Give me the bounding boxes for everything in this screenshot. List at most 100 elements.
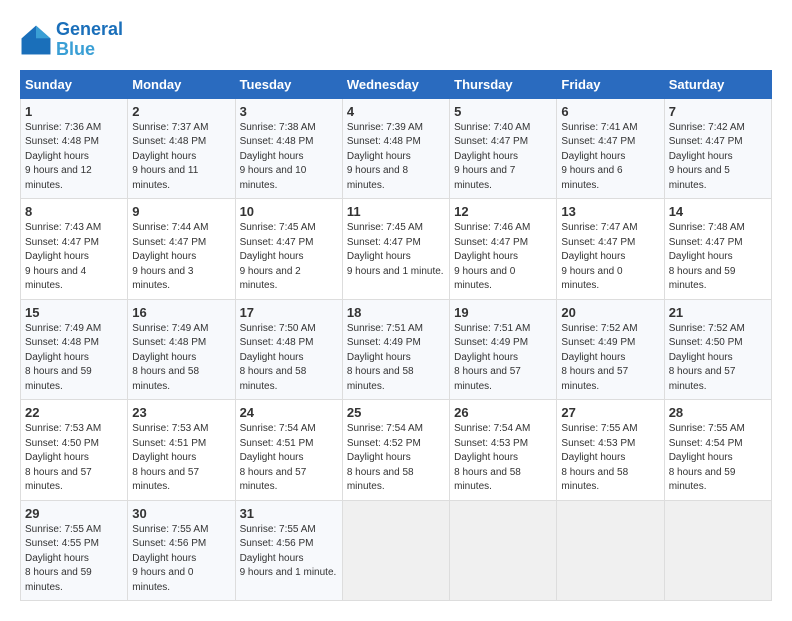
logo-text: General Blue (56, 20, 123, 60)
calendar-day-cell (557, 500, 664, 601)
day-number: 3 (240, 104, 338, 119)
calendar-day-cell: 7 Sunrise: 7:42 AMSunset: 4:47 PMDaylight… (664, 98, 771, 199)
day-number: 11 (347, 204, 445, 219)
day-number: 29 (25, 506, 123, 521)
calendar-day-cell: 8Sunrise: 7:43 AMSunset: 4:47 PMDaylight… (21, 199, 128, 300)
day-number: 15 (25, 305, 123, 320)
day-number: 27 (561, 405, 659, 420)
calendar-day-cell: 13 Sunrise: 7:47 AMSunset: 4:47 PMDayligh… (557, 199, 664, 300)
day-number: 1 (25, 104, 123, 119)
calendar-day-cell: 10Sunrise: 7:45 AMSunset: 4:47 PMDayligh… (235, 199, 342, 300)
day-info: Sunrise: 7:40 AMSunset: 4:47 PMDaylight … (454, 121, 552, 194)
day-info: Sunrise: 7:49 AMSunset: 4:48 PMDaylight … (132, 322, 230, 395)
day-number: 24 (240, 405, 338, 420)
weekday-header: Monday (128, 70, 235, 98)
calendar-day-cell: 24 Sunrise: 7:54 AMSunset: 4:51 PMDayligh… (235, 400, 342, 501)
day-info: Sunrise: 7:55 AMSunset: 4:56 PMDaylight … (240, 523, 338, 581)
day-info: Sunrise: 7:36 AMSunset: 4:48 PMDaylight … (25, 121, 123, 194)
day-number: 9 (132, 204, 230, 219)
calendar-day-cell: 17 Sunrise: 7:50 AMSunset: 4:48 PMDayligh… (235, 299, 342, 400)
day-number: 28 (669, 405, 767, 420)
day-number: 18 (347, 305, 445, 320)
calendar-day-cell: 12 Sunrise: 7:46 AMSunset: 4:47 PMDayligh… (450, 199, 557, 300)
day-info: Sunrise: 7:52 AMSunset: 4:49 PMDaylight … (561, 322, 659, 395)
day-info: Sunrise: 7:46 AMSunset: 4:47 PMDaylight … (454, 221, 552, 294)
calendar-day-cell: 18 Sunrise: 7:51 AMSunset: 4:49 PMDayligh… (342, 299, 449, 400)
calendar-day-cell (664, 500, 771, 601)
day-number: 19 (454, 305, 552, 320)
day-info: Sunrise: 7:53 AMSunset: 4:51 PMDaylight … (132, 422, 230, 495)
day-info: Sunrise: 7:55 AMSunset: 4:54 PMDaylight … (669, 422, 767, 495)
calendar-day-cell: 21 Sunrise: 7:52 AMSunset: 4:50 PMDayligh… (664, 299, 771, 400)
calendar-day-cell: 6Sunrise: 7:41 AMSunset: 4:47 PMDaylight… (557, 98, 664, 199)
day-info: Sunrise: 7:50 AMSunset: 4:48 PMDaylight … (240, 322, 338, 395)
calendar-day-cell: 23 Sunrise: 7:53 AMSunset: 4:51 PMDayligh… (128, 400, 235, 501)
day-info: Sunrise: 7:52 AMSunset: 4:50 PMDaylight … (669, 322, 767, 395)
day-number: 8 (25, 204, 123, 219)
calendar-day-cell (450, 500, 557, 601)
calendar-day-cell: 1 Sunrise: 7:36 AMSunset: 4:48 PMDaylight… (21, 98, 128, 199)
day-number: 23 (132, 405, 230, 420)
day-number: 7 (669, 104, 767, 119)
calendar-week-row: 8Sunrise: 7:43 AMSunset: 4:47 PMDaylight… (21, 199, 772, 300)
calendar-week-row: 29 Sunrise: 7:55 AMSunset: 4:55 PMDayligh… (21, 500, 772, 601)
calendar-day-cell: 14Sunrise: 7:48 AMSunset: 4:47 PMDayligh… (664, 199, 771, 300)
day-info: Sunrise: 7:42 AMSunset: 4:47 PMDaylight … (669, 121, 767, 194)
day-number: 12 (454, 204, 552, 219)
day-number: 22 (25, 405, 123, 420)
day-info: Sunrise: 7:54 AMSunset: 4:51 PMDaylight … (240, 422, 338, 495)
day-number: 17 (240, 305, 338, 320)
calendar-day-cell: 19 Sunrise: 7:51 AMSunset: 4:49 PMDayligh… (450, 299, 557, 400)
page-header: General Blue (20, 20, 772, 60)
day-info: Sunrise: 7:51 AMSunset: 4:49 PMDaylight … (347, 322, 445, 395)
weekday-header: Friday (557, 70, 664, 98)
calendar-day-cell: 28 Sunrise: 7:55 AMSunset: 4:54 PMDayligh… (664, 400, 771, 501)
day-info: Sunrise: 7:55 AMSunset: 4:53 PMDaylight … (561, 422, 659, 495)
day-info: Sunrise: 7:54 AMSunset: 4:52 PMDaylight … (347, 422, 445, 495)
day-number: 31 (240, 506, 338, 521)
day-number: 2 (132, 104, 230, 119)
day-info: Sunrise: 7:55 AMSunset: 4:55 PMDaylight … (25, 523, 123, 596)
day-number: 16 (132, 305, 230, 320)
day-info: Sunrise: 7:55 AMSunset: 4:56 PMDaylight … (132, 523, 230, 596)
day-info: Sunrise: 7:38 AMSunset: 4:48 PMDaylight … (240, 121, 338, 194)
calendar-header-row: SundayMondayTuesdayWednesdayThursdayFrid… (21, 70, 772, 98)
logo: General Blue (20, 20, 123, 60)
day-number: 6 (561, 104, 659, 119)
calendar-week-row: 15 Sunrise: 7:49 AMSunset: 4:48 PMDayligh… (21, 299, 772, 400)
calendar-day-cell: 4 Sunrise: 7:39 AMSunset: 4:48 PMDaylight… (342, 98, 449, 199)
calendar-day-cell: 30Sunrise: 7:55 AMSunset: 4:56 PMDayligh… (128, 500, 235, 601)
day-number: 4 (347, 104, 445, 119)
day-number: 10 (240, 204, 338, 219)
day-info: Sunrise: 7:54 AMSunset: 4:53 PMDaylight … (454, 422, 552, 495)
day-info: Sunrise: 7:45 AMSunset: 4:47 PMDaylight … (347, 221, 445, 279)
day-number: 14 (669, 204, 767, 219)
weekday-header: Thursday (450, 70, 557, 98)
calendar-day-cell (342, 500, 449, 601)
weekday-header: Sunday (21, 70, 128, 98)
calendar-week-row: 22 Sunrise: 7:53 AMSunset: 4:50 PMDayligh… (21, 400, 772, 501)
calendar-day-cell: 31 Sunrise: 7:55 AMSunset: 4:56 PMDayligh… (235, 500, 342, 601)
day-number: 21 (669, 305, 767, 320)
weekday-header: Saturday (664, 70, 771, 98)
day-number: 25 (347, 405, 445, 420)
day-info: Sunrise: 7:53 AMSunset: 4:50 PMDaylight … (25, 422, 123, 495)
logo-icon (20, 24, 52, 56)
calendar-day-cell: 27 Sunrise: 7:55 AMSunset: 4:53 PMDayligh… (557, 400, 664, 501)
day-info: Sunrise: 7:47 AMSunset: 4:47 PMDaylight … (561, 221, 659, 294)
day-info: Sunrise: 7:39 AMSunset: 4:48 PMDaylight … (347, 121, 445, 194)
day-info: Sunrise: 7:44 AMSunset: 4:47 PMDaylight … (132, 221, 230, 294)
calendar-day-cell: 9 Sunrise: 7:44 AMSunset: 4:47 PMDaylight… (128, 199, 235, 300)
day-number: 5 (454, 104, 552, 119)
calendar-day-cell: 3 Sunrise: 7:38 AMSunset: 4:48 PMDaylight… (235, 98, 342, 199)
calendar-day-cell: 15Sunrise: 7:49 AMSunset: 4:48 PMDayligh… (21, 299, 128, 400)
day-number: 13 (561, 204, 659, 219)
calendar-day-cell: 20Sunrise: 7:52 AMSunset: 4:49 PMDayligh… (557, 299, 664, 400)
calendar-day-cell: 22 Sunrise: 7:53 AMSunset: 4:50 PMDayligh… (21, 400, 128, 501)
day-number: 26 (454, 405, 552, 420)
calendar-day-cell: 11 Sunrise: 7:45 AMSunset: 4:47 PMDayligh… (342, 199, 449, 300)
day-info: Sunrise: 7:51 AMSunset: 4:49 PMDaylight … (454, 322, 552, 395)
weekday-header: Tuesday (235, 70, 342, 98)
calendar-day-cell: 26 Sunrise: 7:54 AMSunset: 4:53 PMDayligh… (450, 400, 557, 501)
calendar-day-cell: 16 Sunrise: 7:49 AMSunset: 4:48 PMDayligh… (128, 299, 235, 400)
